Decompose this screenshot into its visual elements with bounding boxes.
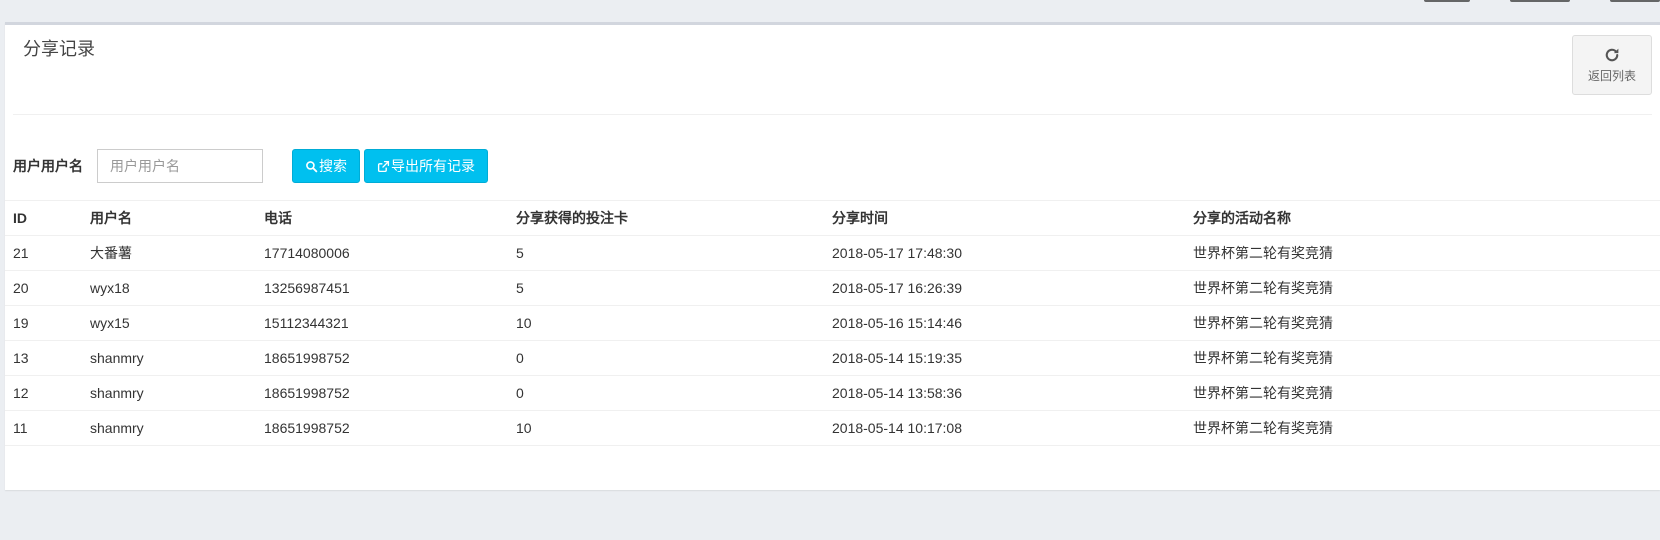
cell-time: 2018-05-17 16:26:39 [824, 270, 1185, 306]
cell-cards: 10 [508, 305, 824, 341]
table-row: 20 wyx18 13256987451 5 2018-05-17 16:26:… [5, 270, 1660, 306]
column-header-id: ID [5, 200, 82, 236]
cell-cards: 0 [508, 375, 824, 411]
cell-time: 2018-05-14 10:17:08 [824, 410, 1185, 446]
column-header-username: 用户名 [82, 200, 256, 236]
export-button-label: 导出所有记录 [391, 158, 475, 174]
column-header-phone: 电话 [256, 200, 508, 236]
cell-activity: 世界杯第二轮有奖竞猜 [1185, 410, 1660, 446]
export-all-button[interactable]: 导出所有记录 [364, 149, 488, 183]
refresh-icon [1605, 48, 1619, 62]
cell-phone: 18651998752 [256, 340, 508, 376]
table-row: 21 大番薯 17714080006 5 2018-05-17 17:48:30… [5, 235, 1660, 271]
top-navbar-links [1424, 0, 1660, 3]
column-header-time: 分享时间 [824, 200, 1185, 236]
column-header-cards: 分享获得的投注卡 [508, 200, 824, 236]
cell-phone: 18651998752 [256, 375, 508, 411]
cell-username: wyx15 [82, 305, 256, 341]
cell-id: 13 [5, 340, 82, 376]
cell-username: shanmry [82, 410, 256, 446]
column-header-activity: 分享的活动名称 [1185, 200, 1660, 236]
panel-header: 分享记录 返回列表 [13, 25, 1652, 115]
cell-activity: 世界杯第二轮有奖竞猜 [1185, 235, 1660, 271]
cell-activity: 世界杯第二轮有奖竞猜 [1185, 305, 1660, 341]
external-link-icon [377, 160, 390, 172]
cell-id: 12 [5, 375, 82, 411]
table-row: 12 shanmry 18651998752 0 2018-05-14 13:5… [5, 375, 1660, 411]
search-button[interactable]: 搜索 [292, 149, 360, 183]
cell-cards: 10 [508, 410, 824, 446]
top-navbar-link[interactable] [1610, 0, 1660, 2]
cell-phone: 13256987451 [256, 270, 508, 306]
cell-username: 大番薯 [82, 235, 256, 271]
top-navbar-link[interactable] [1510, 0, 1570, 2]
back-to-list-button[interactable]: 返回列表 [1572, 35, 1652, 95]
cell-username: wyx18 [82, 270, 256, 306]
cell-username: shanmry [82, 375, 256, 411]
search-button-label: 搜索 [319, 158, 347, 174]
table-row: 19 wyx15 15112344321 10 2018-05-16 15:14… [5, 305, 1660, 341]
username-label: 用户用户名 [13, 158, 83, 174]
search-icon [306, 160, 318, 172]
cell-phone: 17714080006 [256, 235, 508, 271]
table-header-row: ID 用户名 电话 分享获得的投注卡 分享时间 分享的活动名称 [5, 200, 1660, 236]
cell-time: 2018-05-16 15:14:46 [824, 305, 1185, 341]
back-to-list-label: 返回列表 [1587, 69, 1636, 83]
username-search-input[interactable] [97, 149, 263, 183]
cell-id: 11 [5, 410, 82, 446]
cell-time: 2018-05-14 13:58:36 [824, 375, 1185, 411]
search-form: 用户用户名 搜索 导出所有记录 [13, 149, 492, 183]
table-row: 13 shanmry 18651998752 0 2018-05-14 15:1… [5, 340, 1660, 376]
top-navbar [0, 0, 1660, 22]
cell-time: 2018-05-14 15:19:35 [824, 340, 1185, 376]
cell-time: 2018-05-17 17:48:30 [824, 235, 1185, 271]
share-records-panel: 分享记录 返回列表 用户用户名 搜索 导出所有记录 [5, 22, 1660, 490]
cell-username: shanmry [82, 340, 256, 376]
page-title: 分享记录 [23, 39, 95, 59]
cell-id: 20 [5, 270, 82, 306]
top-navbar-link[interactable] [1424, 0, 1470, 2]
cell-cards: 0 [508, 340, 824, 376]
cell-id: 19 [5, 305, 82, 341]
cell-activity: 世界杯第二轮有奖竞猜 [1185, 340, 1660, 376]
cell-activity: 世界杯第二轮有奖竞猜 [1185, 270, 1660, 306]
share-records-table: ID 用户名 电话 分享获得的投注卡 分享时间 分享的活动名称 21 大番薯 1… [5, 200, 1660, 446]
cell-cards: 5 [508, 270, 824, 306]
cell-activity: 世界杯第二轮有奖竞猜 [1185, 375, 1660, 411]
table-row: 11 shanmry 18651998752 10 2018-05-14 10:… [5, 410, 1660, 446]
cell-id: 21 [5, 235, 82, 271]
cell-cards: 5 [508, 235, 824, 271]
cell-phone: 18651998752 [256, 410, 508, 446]
cell-phone: 15112344321 [256, 305, 508, 341]
